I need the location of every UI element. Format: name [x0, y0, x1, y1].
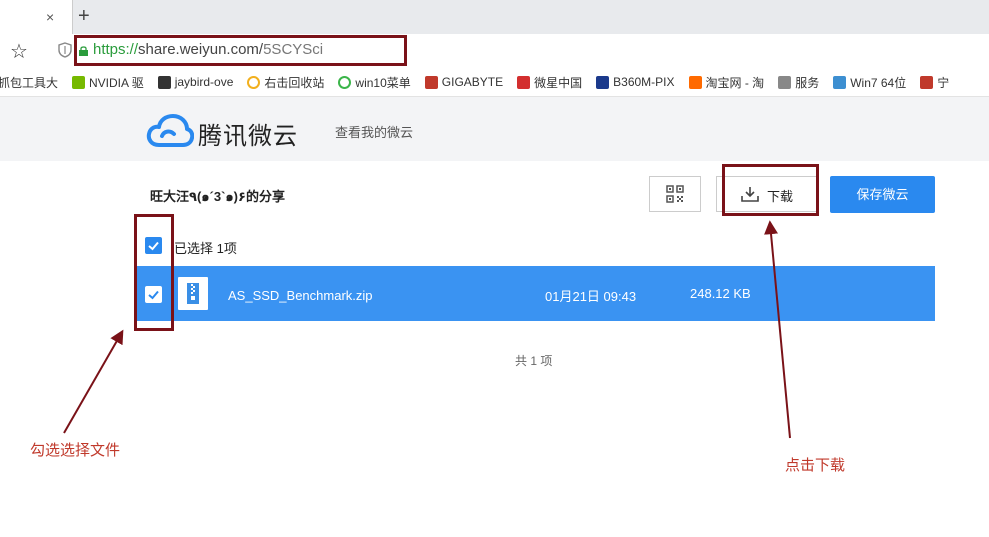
click-download-note: 点击下载 [785, 457, 846, 474]
download-arrow [764, 220, 791, 439]
select-file-note: 勾选选择文件 [30, 442, 121, 459]
select-arrow [63, 329, 124, 434]
